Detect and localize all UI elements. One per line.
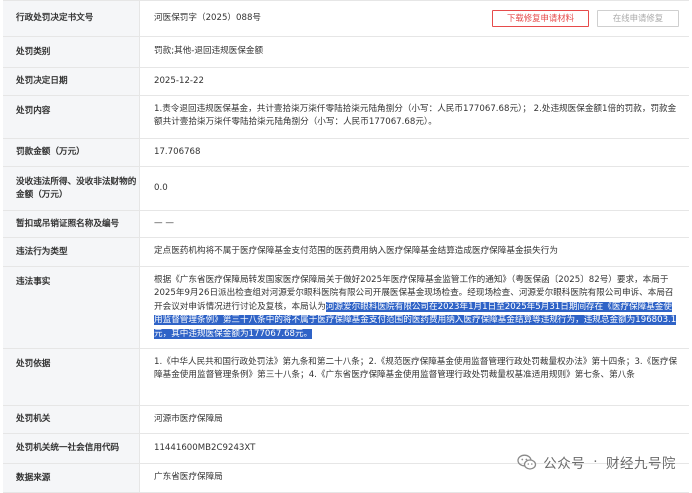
watermark-platform: 公众号 <box>543 456 586 472</box>
row-penalty-authority: 处罚机关 河源市医疗保障局 <box>3 406 689 434</box>
penalty-info-table: 行政处罚决定书文号 河医保罚字（2025）088号 下载修复申请材料 在线申请修… <box>3 0 689 493</box>
watermark-account: 财经九号院 <box>606 456 676 472</box>
label-penalty-content: 处罚内容 <box>3 96 140 138</box>
watermark-separator: · <box>593 454 598 470</box>
row-license-suspension: 暂扣或吊销证照名称及编号 — — <box>3 211 689 238</box>
label-penalty-basis: 处罚依据 <box>3 349 140 405</box>
value-decision-number: 河医保罚字（2025）088号 <box>154 12 262 23</box>
label-confiscation-amount: 没收违法所得、没收非法财物的金额（万元） <box>3 167 140 210</box>
label-license-suspension: 暂扣或吊销证照名称及编号 <box>3 211 140 237</box>
label-fine-amount: 罚款金额（万元） <box>3 139 140 166</box>
row-penalty-content: 处罚内容 1.责令退回违规医保基金，共计壹拾柒万柒仟零陆拾柒元陆角捌分（小写：人… <box>3 96 689 139</box>
row-decision-number: 行政处罚决定书文号 河医保罚字（2025）088号 下载修复申请材料 在线申请修… <box>3 1 689 37</box>
value-penalty-basis: 1.《中华人民共和国行政处罚法》第九条和第二十八条；2.《规范医疗保障基金使用监… <box>154 357 678 381</box>
label-decision-date: 处罚决定日期 <box>3 68 140 95</box>
row-violation-facts: 违法事实 根据《广东省医疗保障局转发国家医疗保障局关于做好2025年医疗保障基金… <box>3 267 689 349</box>
value-confiscation-amount: 0.0 <box>154 182 168 193</box>
label-decision-number: 行政处罚决定书文号 <box>3 1 140 36</box>
value-penalty-content: 1.责令退回违规医保基金，共计壹拾柒万柒仟零陆拾柒元陆角捌分（小写：人民币177… <box>154 104 677 128</box>
label-data-source: 数据来源 <box>3 464 140 492</box>
label-credit-code: 处罚机关统一社会信用代码 <box>3 434 140 463</box>
wechat-icon <box>517 454 537 471</box>
label-violation-type: 违法行为类型 <box>3 238 140 266</box>
value-penalty-authority: 河源市医疗保障局 <box>154 413 223 424</box>
value-penalty-category: 罚款;其他-退回违规医保金额 <box>154 46 264 57</box>
row-penalty-basis: 处罚依据 1.《中华人民共和国行政处罚法》第九条和第二十八条；2.《规范医疗保障… <box>3 349 689 406</box>
online-repair-button[interactable]: 在线申请修复 <box>597 10 679 27</box>
row-violation-type: 违法行为类型 定点医药机构将不属于医疗保障基金支付范围的医药费用纳入医疗保障基金… <box>3 238 689 267</box>
value-violation-type: 定点医药机构将不属于医疗保障基金支付范围的医药费用纳入医疗保障基金结算造成医疗保… <box>154 246 558 257</box>
label-penalty-authority: 处罚机关 <box>3 406 140 433</box>
action-buttons: 下载修复申请材料 在线申请修复 <box>492 10 679 27</box>
value-license-suspension: — — <box>154 218 174 229</box>
row-confiscation-amount: 没收违法所得、没收非法财物的金额（万元） 0.0 <box>3 167 689 211</box>
download-materials-button[interactable]: 下载修复申请材料 <box>492 10 589 27</box>
row-penalty-category: 处罚类别 罚款;其他-退回违规医保金额 <box>3 37 689 68</box>
value-decision-date: 2025-12-22 <box>154 75 204 86</box>
wechat-watermark: 公众号 · 财经九号院 <box>517 452 676 472</box>
value-fine-amount: 17.706768 <box>154 146 201 157</box>
label-penalty-category: 处罚类别 <box>3 37 140 67</box>
value-violation-facts: 根据《广东省医疗保障局转发国家医疗保障局关于做好2025年医疗保障基金监管工作的… <box>154 274 679 341</box>
row-fine-amount: 罚款金额（万元） 17.706768 <box>3 139 689 167</box>
label-violation-facts: 违法事实 <box>3 267 140 348</box>
row-decision-date: 处罚决定日期 2025-12-22 <box>3 68 689 96</box>
